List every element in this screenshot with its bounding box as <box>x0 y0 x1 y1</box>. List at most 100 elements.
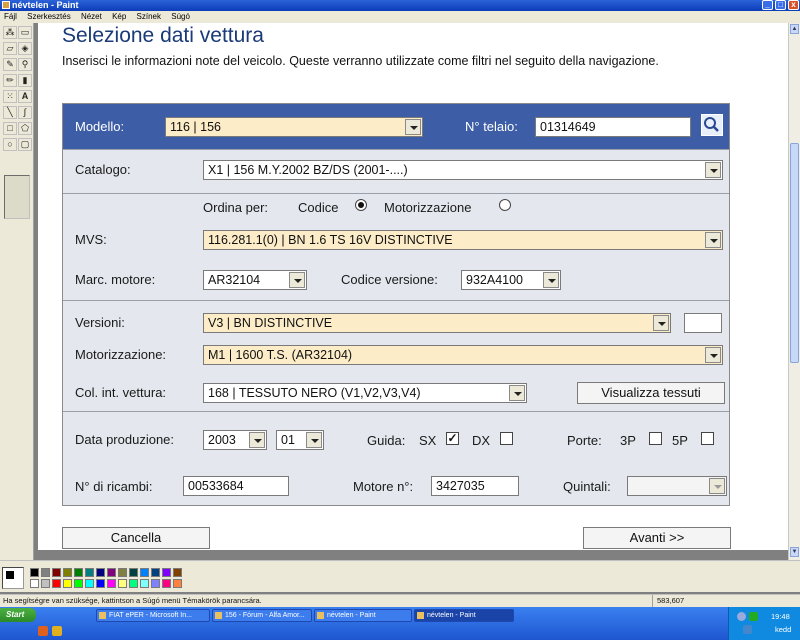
messenger-icon[interactable] <box>743 625 752 634</box>
chevron-down-icon[interactable] <box>306 432 322 448</box>
search-button[interactable] <box>701 114 723 136</box>
ricambi-input[interactable]: 00533684 <box>183 476 289 496</box>
network-icon[interactable] <box>737 612 746 621</box>
chevron-down-icon[interactable] <box>709 478 725 494</box>
task-paint-1[interactable]: névtelen - Paint <box>314 609 412 622</box>
polygon-icon[interactable]: ⬠ <box>18 122 32 135</box>
task-forum[interactable]: 156 - Fórum - Alfa Amor... <box>212 609 312 622</box>
scroll-up-icon[interactable]: ▲ <box>790 24 799 34</box>
quicklaunch-folder-icon[interactable] <box>52 626 62 636</box>
palette-swatch[interactable] <box>30 579 39 588</box>
palette-swatch[interactable] <box>52 579 61 588</box>
antivirus-icon[interactable] <box>749 612 758 621</box>
palette-swatch[interactable] <box>129 579 138 588</box>
marc-motore-select[interactable]: AR32104 <box>203 270 307 290</box>
versioni-extra-input[interactable] <box>684 313 722 333</box>
palette-swatch[interactable] <box>96 568 105 577</box>
catalogo-select[interactable]: X1 | 156 M.Y.2002 BZ/DS (2001-....) <box>203 160 723 180</box>
task-ie[interactable]: FIAT ePER - Microsoft In... <box>96 609 210 622</box>
motore-no-input[interactable]: 3427035 <box>431 476 519 496</box>
scroll-down-icon[interactable]: ▼ <box>790 547 799 557</box>
chevron-down-icon[interactable] <box>405 119 421 135</box>
palette-swatch[interactable] <box>74 568 83 577</box>
task-paint-2[interactable]: névtelen - Paint <box>414 609 514 622</box>
col-int-select[interactable]: 168 | TESSUTO NERO (V1,V2,V3,V4) <box>203 383 527 403</box>
menu-view[interactable]: Nézet <box>81 12 102 21</box>
porte-5p-checkbox[interactable] <box>701 432 714 445</box>
guida-sx-checkbox[interactable]: ✓ <box>446 432 459 445</box>
palette-swatch[interactable] <box>107 568 116 577</box>
menu-file[interactable]: Fájl <box>4 12 17 21</box>
palette-swatch[interactable] <box>140 568 149 577</box>
rect-select-icon[interactable]: ▭ <box>18 26 32 39</box>
chevron-down-icon[interactable] <box>705 232 721 248</box>
codice-versione-select[interactable]: 932A4100 <box>461 270 561 290</box>
tool-options[interactable] <box>4 175 30 219</box>
close-button[interactable]: x <box>788 0 799 10</box>
menu-edit[interactable]: Szerkesztés <box>27 12 71 21</box>
palette-swatch[interactable] <box>30 568 39 577</box>
start-button[interactable]: Start <box>0 608 36 622</box>
curve-icon[interactable]: ∫ <box>18 106 32 119</box>
chevron-down-icon[interactable] <box>705 347 721 363</box>
rectangle-icon[interactable]: □ <box>3 122 17 135</box>
palette-swatch[interactable] <box>85 579 94 588</box>
palette-swatch[interactable] <box>173 568 182 577</box>
maximize-button[interactable]: □ <box>775 0 786 10</box>
palette-swatch[interactable] <box>118 568 127 577</box>
minimize-button[interactable]: _ <box>762 0 773 10</box>
chevron-down-icon[interactable] <box>705 162 721 178</box>
ordina-codice-radio[interactable] <box>355 199 367 211</box>
fill-icon[interactable]: ◈ <box>18 42 32 55</box>
rounded-rect-icon[interactable]: ▢ <box>18 138 32 151</box>
color-picker-icon[interactable]: ✎ <box>3 58 17 71</box>
line-icon[interactable]: ╲ <box>3 106 17 119</box>
telaio-input[interactable]: 01314649 <box>535 117 691 137</box>
mvs-select[interactable]: 116.281.1(0) | BN 1.6 TS 16V DISTINCTIVE <box>203 230 723 250</box>
porte-3p-checkbox[interactable] <box>649 432 662 445</box>
palette-swatch[interactable] <box>151 568 160 577</box>
palette-swatch[interactable] <box>96 579 105 588</box>
canvas[interactable]: Selezione dati vettura Inserisci le info… <box>38 23 790 550</box>
visualizza-tessuti-button[interactable]: Visualizza tessuti <box>577 382 725 404</box>
palette-swatch[interactable] <box>162 579 171 588</box>
menu-colors[interactable]: Színek <box>137 12 161 21</box>
year-select[interactable]: 2003 <box>203 430 267 450</box>
motorizzazione-select[interactable]: M1 | 1600 T.S. (AR32104) <box>203 345 723 365</box>
brush-icon[interactable]: ▮ <box>18 74 32 87</box>
chevron-down-icon[interactable] <box>653 315 669 331</box>
menu-help[interactable]: Súgó <box>171 12 190 21</box>
palette-swatch[interactable] <box>173 579 182 588</box>
quicklaunch-firefox-icon[interactable] <box>38 626 48 636</box>
palette-swatch[interactable] <box>63 579 72 588</box>
ellipse-icon[interactable]: ○ <box>3 138 17 151</box>
palette-swatch[interactable] <box>74 579 83 588</box>
chevron-down-icon[interactable] <box>289 272 305 288</box>
palette-swatch[interactable] <box>85 568 94 577</box>
cancel-button[interactable]: Cancella <box>62 527 210 549</box>
chevron-down-icon[interactable] <box>543 272 559 288</box>
palette-swatch[interactable] <box>41 579 50 588</box>
guida-dx-checkbox[interactable] <box>500 432 513 445</box>
chevron-down-icon[interactable] <box>249 432 265 448</box>
chevron-down-icon[interactable] <box>509 385 525 401</box>
palette-swatch[interactable] <box>63 568 72 577</box>
text-tool-icon[interactable]: A <box>18 90 32 103</box>
menu-image[interactable]: Kép <box>112 12 126 21</box>
palette-swatch[interactable] <box>129 568 138 577</box>
airbrush-icon[interactable]: ⁙ <box>3 90 17 103</box>
modello-select[interactable]: 116 | 156 <box>165 117 423 137</box>
quintali-select[interactable] <box>627 476 727 496</box>
palette-swatch[interactable] <box>52 568 61 577</box>
vertical-scrollbar[interactable]: ▲ ▼ <box>788 23 800 560</box>
free-select-icon[interactable]: ⁂ <box>3 26 17 39</box>
palette-swatch[interactable] <box>107 579 116 588</box>
next-button[interactable]: Avanti >> <box>583 527 731 549</box>
palette-swatch[interactable] <box>41 568 50 577</box>
versioni-select[interactable]: V3 | BN DISTINCTIVE <box>203 313 671 333</box>
scroll-thumb[interactable] <box>790 143 799 363</box>
palette-swatch[interactable] <box>162 568 171 577</box>
month-select[interactable]: 01 <box>276 430 324 450</box>
magnifier-icon[interactable]: ⚲ <box>18 58 32 71</box>
palette-swatch[interactable] <box>140 579 149 588</box>
